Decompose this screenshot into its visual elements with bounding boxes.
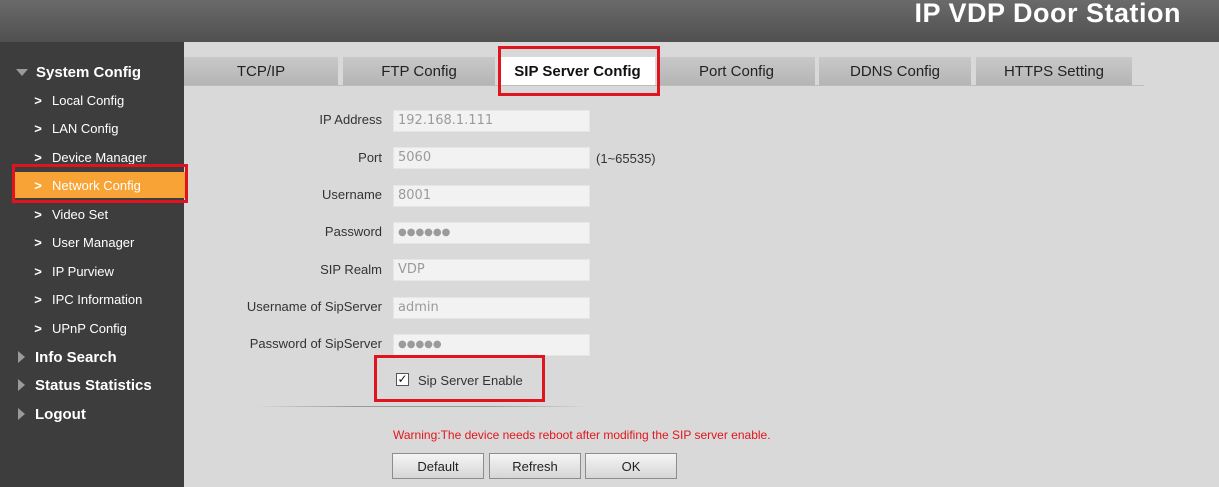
- sidebar-item-label: Device Manager: [52, 149, 147, 165]
- port-range-hint: (1~65535): [596, 151, 656, 166]
- sidebar-item-user-manager[interactable]: > User Manager: [30, 230, 180, 254]
- tab-divider: [184, 85, 1144, 86]
- tab-https-setting[interactable]: HTTPS Setting: [976, 57, 1132, 85]
- tab-label: DDNS Config: [849, 62, 941, 80]
- sidebar-item-network-config[interactable]: > Network Config: [15, 172, 185, 198]
- sidebar-item-label: UPnP Config: [52, 320, 127, 336]
- sidebar-section-logout[interactable]: Logout: [16, 403, 86, 425]
- sipserver-password-label: Password of SipServer: [249, 336, 382, 351]
- chevron-right-icon: >: [34, 291, 42, 307]
- password-label: Password: [324, 224, 382, 239]
- chevron-right-icon: >: [34, 206, 42, 222]
- header-bar: IP VDP Door Station: [0, 0, 1219, 42]
- port-label: Port: [358, 150, 382, 165]
- ip-address-label: IP Address: [319, 112, 382, 127]
- sidebar-section-label: Info Search: [35, 348, 117, 366]
- sidebar-item-lan-config[interactable]: > LAN Config: [30, 116, 180, 140]
- sidebar-item-device-manager[interactable]: > Device Manager: [30, 145, 180, 169]
- sidebar-item-label: Network Config: [52, 177, 141, 193]
- sip-enable-label: Sip Server Enable: [418, 373, 523, 388]
- chevron-right-icon: >: [34, 234, 42, 250]
- expand-arrow-icon: [16, 68, 28, 76]
- sidebar-item-label: LAN Config: [52, 120, 119, 136]
- sipserver-username-label: Username of SipServer: [246, 299, 382, 314]
- sip-enable-checkbox[interactable]: ✓: [396, 373, 409, 386]
- tab-label: HTTPS Setting: [1003, 62, 1105, 80]
- sidebar-item-label: IP Purview: [52, 263, 114, 279]
- chevron-right-icon: >: [34, 320, 42, 336]
- reboot-warning: Warning:The device needs reboot after mo…: [393, 428, 771, 442]
- username-label: Username: [322, 187, 382, 202]
- tab-label: SIP Server Config: [514, 62, 641, 80]
- tab-tcp-ip[interactable]: TCP/IP: [184, 57, 338, 85]
- sidebar-item-local-config[interactable]: > Local Config: [30, 88, 180, 112]
- chevron-right-icon: >: [34, 92, 42, 108]
- collapsed-arrow-icon: [18, 379, 25, 391]
- collapsed-arrow-icon: [18, 408, 25, 420]
- refresh-button[interactable]: Refresh: [489, 453, 581, 479]
- collapsed-arrow-icon: [18, 351, 25, 363]
- password-field[interactable]: ●●●●●●: [393, 222, 590, 244]
- sidebar-item-video-set[interactable]: > Video Set: [30, 202, 180, 226]
- tab-ddns-config[interactable]: DDNS Config: [819, 57, 971, 85]
- sidebar-section-label: Status Statistics: [35, 376, 152, 394]
- tab-ftp-config[interactable]: FTP Config: [343, 57, 495, 85]
- tab-port-config[interactable]: Port Config: [658, 57, 815, 85]
- chevron-right-icon: >: [34, 263, 42, 279]
- tab-sip-server-config[interactable]: SIP Server Config: [500, 57, 655, 85]
- sip-realm-field[interactable]: VDP: [393, 259, 590, 281]
- username-field[interactable]: 8001: [393, 185, 590, 207]
- form-divider: [255, 406, 590, 407]
- sidebar-item-label: Video Set: [52, 206, 109, 222]
- ok-button[interactable]: OK: [585, 453, 677, 479]
- sidebar-item-upnp-config[interactable]: > UPnP Config: [30, 316, 180, 340]
- sidebar-item-label: User Manager: [52, 234, 135, 250]
- tab-label: Port Config: [698, 62, 775, 80]
- sidebar-item-label: Local Config: [52, 92, 125, 108]
- chevron-right-icon: >: [34, 177, 42, 193]
- ip-address-field[interactable]: 192.168.1.111: [393, 110, 590, 132]
- sip-realm-label: SIP Realm: [320, 262, 382, 277]
- chevron-right-icon: >: [34, 149, 42, 165]
- tab-label: FTP Config: [381, 62, 457, 80]
- sidebar-section-info-search[interactable]: Info Search: [16, 346, 117, 368]
- sipserver-username-field[interactable]: admin: [393, 297, 590, 319]
- app-title: IP VDP Door Station: [914, 0, 1181, 28]
- sidebar-section-status-statistics[interactable]: Status Statistics: [16, 374, 152, 396]
- sidebar-section-label: Logout: [35, 405, 86, 423]
- sidebar-item-label: IPC Information: [52, 291, 143, 307]
- sidebar-section-system-config[interactable]: System Config: [16, 61, 141, 83]
- sidebar-item-ipc-information[interactable]: > IPC Information: [30, 287, 180, 311]
- chevron-right-icon: >: [34, 120, 42, 136]
- sipserver-password-field[interactable]: ●●●●●: [393, 334, 590, 356]
- sidebar-item-ip-purview[interactable]: > IP Purview: [30, 259, 180, 283]
- port-field[interactable]: 5060: [393, 147, 590, 169]
- tab-label: TCP/IP: [236, 62, 286, 80]
- sidebar-section-label: System Config: [36, 63, 142, 81]
- default-button[interactable]: Default: [392, 453, 484, 479]
